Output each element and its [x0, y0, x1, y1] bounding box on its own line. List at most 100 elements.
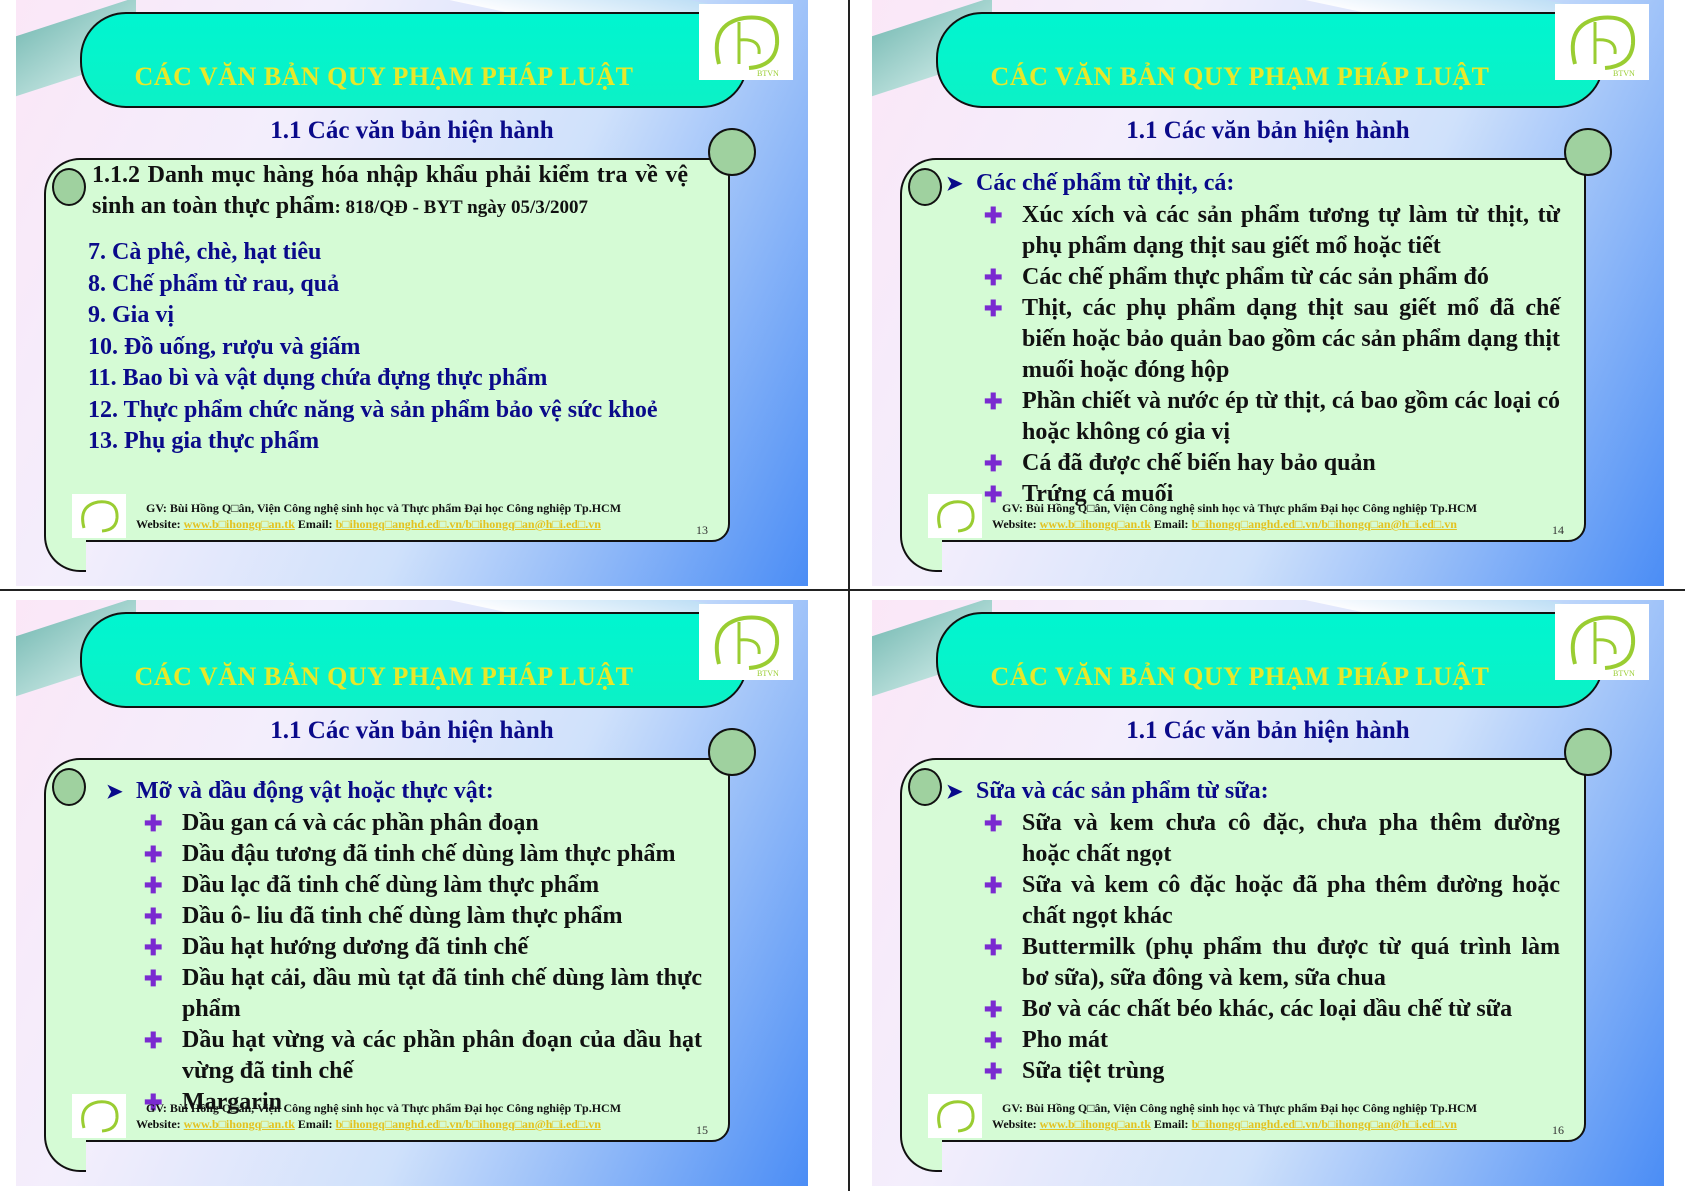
email-label: Email: [1150, 517, 1192, 531]
website-link[interactable]: www.b□ihongq□an.tk [184, 517, 295, 531]
arrow-cross-bullet-icon: ✚ [144, 966, 163, 991]
scroll-curl-top [708, 728, 756, 776]
slide-13: CÁC VĂN BẢN QUY PHẠM PHÁP LUẬT BTVN 1.1 … [16, 0, 808, 586]
list-item: ✚ Xúc xích và các sản phẩm tương tự làm t… [984, 200, 1560, 262]
list-item: ✚ Phần chiết và nước ép từ thịt, cá bao g… [984, 386, 1560, 448]
arrow-cross-bullet-icon: ✚ [144, 873, 163, 898]
list-item: ✚ Sữa tiệt trùng [984, 1056, 1560, 1087]
email-label: Email: [1150, 1117, 1192, 1131]
email-link[interactable]: b□ihongq□anghd.ed□.vn/b□ihongq□an@h□i.ed… [336, 1117, 601, 1131]
list-item: 13. Phụ gia thực phẩm [88, 428, 320, 454]
arrow-cross-bullet-icon: ✚ [984, 1059, 1003, 1084]
list-item-text: Pho mát [1022, 1027, 1108, 1053]
list-item: ✚ Buttermilk (phụ phẩm thu được từ quá tr… [984, 932, 1560, 994]
arrow-cross-bullet-icon: ✚ [144, 1028, 163, 1053]
arrow-cross-bullet-icon: ✚ [984, 935, 1003, 960]
list-item: ✚ Các chế phẩm thực phẩm từ các sản phẩm … [984, 262, 1560, 293]
footer-logo-icon [928, 1094, 982, 1138]
chevron-arrow-icon: ➤ [946, 173, 963, 195]
slide-content: ➤ Mỡ và dầu động vật hoặc thực vật: ✚ Dầu … [106, 776, 702, 1118]
list-item-text: Buttermilk (phụ phẩm thu được từ quá trì… [1022, 934, 1560, 991]
list-item-text: Sữa tiệt trùng [1022, 1058, 1165, 1084]
institute-logo-icon: BTVN [1555, 604, 1649, 680]
list-item-text: Thịt, các phụ phẩm dạng thịt sau giết mổ… [1022, 295, 1560, 383]
institute-logo-icon: BTVN [699, 604, 793, 680]
list-item-text: Phần chiết và nước ép từ thịt, cá bao gồ… [1022, 388, 1560, 445]
list-item: ✚ Dầu hạt cải, dầu mù tạt đã tinh chế dùn… [144, 963, 702, 1025]
scroll-curl-top [1564, 128, 1612, 176]
lead-text: Sữa và các sản phẩm từ sữa: [976, 778, 1269, 804]
page-number: 15 [696, 1123, 708, 1137]
scroll-curl-knob [52, 768, 86, 806]
website-link[interactable]: www.b□ihongq□an.tk [1040, 517, 1151, 531]
list-item-text: Dầu hạt vừng và các phần phân đoạn của d… [182, 1027, 702, 1084]
scroll-curl-knob [52, 168, 86, 206]
arrow-cross-bullet-icon: ✚ [984, 997, 1003, 1022]
footer: GV: Bùi Hồng Q□ân, Viện Công nghệ sinh h… [992, 500, 1552, 532]
slide-content: 1.1.2 Danh mục hàng hóa nhập khẩu phải k… [88, 160, 688, 458]
list-item: 9. Gia vị [88, 302, 175, 328]
list-item-text: Dầu hạt hướng dương đã tinh chế [182, 934, 529, 960]
list-item-text: Dầu đậu tương đã tinh chế dùng làm thực … [182, 841, 676, 867]
lead-line: ➤ Mỡ và dầu động vật hoặc thực vật: [106, 776, 702, 808]
footer: GV: Bùi Hồng Q□ân, Viện Công nghệ sinh h… [136, 500, 696, 532]
list-item: 10. Đồ uống, rượu và giấm [88, 333, 361, 360]
list-item-text: Dầu ô- liu đã tinh chế dùng làm thực phẩ… [182, 903, 623, 929]
footer-logo-icon [72, 494, 126, 538]
list-item: ✚ Dầu hạt hướng dương đã tinh chế [144, 932, 702, 963]
email-label: Email: [294, 517, 336, 531]
list-item-text: Dầu gan cá và các phần phân đoạn [182, 810, 539, 836]
footer-logo-icon [72, 1094, 126, 1138]
arrow-cross-bullet-icon: ✚ [144, 935, 163, 960]
svg-text:BTVN: BTVN [1613, 69, 1635, 78]
lead-text: Mỡ và dầu động vật hoặc thực vật: [136, 778, 494, 804]
footer: GV: Bùi Hồng Q□ân, Viện Công nghệ sinh h… [136, 1100, 696, 1132]
list-item-text: Cá đã được chế biến hay bảo quản [1022, 450, 1376, 476]
institute-logo-icon: BTVN [1555, 4, 1649, 80]
list-item: 12. Thực phẩm chức năng và sản phẩm bảo … [88, 396, 658, 423]
heading-reference: : 818/QĐ - BYT ngày 05/3/2007 [334, 197, 589, 218]
arrow-cross-bullet-icon: ✚ [144, 904, 163, 929]
website-label: Website: [136, 1117, 184, 1131]
website-link[interactable]: www.b□ihongq□an.tk [184, 1117, 295, 1131]
scroll-curl-knob [908, 768, 942, 806]
website-link[interactable]: www.b□ihongq□an.tk [1040, 1117, 1151, 1131]
list-item: ✚ Thịt, các phụ phẩm dạng thịt sau giết m… [984, 293, 1560, 386]
slide-15: CÁC VĂN BẢN QUY PHẠM PHÁP LUẬT BTVN 1.1 … [16, 600, 808, 1186]
chevron-arrow-icon: ➤ [106, 781, 123, 803]
institute-logo-icon: BTVN [699, 4, 793, 80]
email-link[interactable]: b□ihongq□anghd.ed□.vn/b□ihongq□an@h□i.ed… [1192, 1117, 1457, 1131]
svg-text:BTVN: BTVN [757, 69, 779, 78]
list-item: ✚ Dầu gan cá và các phần phân đoạn [144, 808, 702, 839]
slide-title: CÁC VĂN BẢN QUY PHẠM PHÁP LUẬT [990, 662, 1490, 691]
website-label: Website: [136, 517, 184, 531]
vertical-divider [848, 0, 850, 1191]
list-item: ✚ Dầu đậu tương đã tinh chế dùng làm thực… [144, 839, 702, 870]
page-number: 13 [696, 523, 708, 537]
slide-title: CÁC VĂN BẢN QUY PHẠM PHÁP LUẬT [990, 62, 1490, 91]
email-link[interactable]: b□ihongq□anghd.ed□.vn/b□ihongq□an@h□i.ed… [1192, 517, 1457, 531]
arrow-cross-bullet-icon: ✚ [984, 873, 1003, 898]
svg-text:BTVN: BTVN [1613, 669, 1635, 678]
arrow-cross-bullet-icon: ✚ [984, 811, 1003, 836]
arrow-cross-bullet-icon: ✚ [984, 265, 1003, 290]
list-item: 8. Chế phẩm từ rau, quả [88, 270, 340, 297]
list-item: ✚ Dầu hạt vừng và các phần phân đoạn của … [144, 1025, 702, 1087]
svg-text:BTVN: BTVN [757, 669, 779, 678]
footer: GV: Bùi Hồng Q□ân, Viện Công nghệ sinh h… [992, 1100, 1552, 1132]
slide-content: ➤ Các chế phẩm từ thịt, cá: ✚ Xúc xích và … [946, 168, 1560, 510]
list-item: ✚ Pho mát [984, 1025, 1560, 1056]
website-label: Website: [992, 517, 1040, 531]
email-label: Email: [294, 1117, 336, 1131]
list-item-text: Dầu lạc đã tinh chế dùng làm thực phẩm [182, 872, 600, 898]
email-link[interactable]: b□ihongq□anghd.ed□.vn/b□ihongq□an@h□i.ed… [336, 517, 601, 531]
list-item-text: Sữa và kem chưa cô đặc, chưa pha thêm đư… [1022, 810, 1560, 867]
lead-line: ➤ Các chế phẩm từ thịt, cá: [946, 168, 1560, 200]
list-item-text: Sữa và kem cô đặc hoặc đã pha thêm đường… [1022, 872, 1560, 929]
page-number: 14 [1552, 523, 1564, 537]
scroll-curl-top [1564, 728, 1612, 776]
list-item-text: Các chế phẩm thực phẩm từ các sản phẩm đ… [1022, 264, 1489, 290]
list-item: ✚ Sữa và kem chưa cô đặc, chưa pha thêm đ… [984, 808, 1560, 870]
horizontal-divider [0, 589, 1685, 591]
scroll-curl-knob [908, 168, 942, 206]
